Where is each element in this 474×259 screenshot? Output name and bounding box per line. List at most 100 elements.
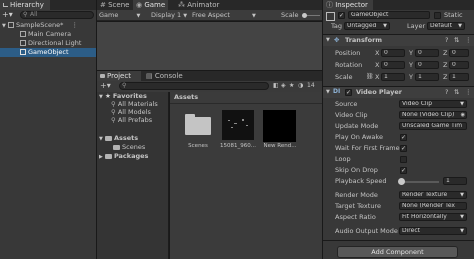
project-tabbar: Project ▤ Console	[97, 71, 322, 81]
add-icon[interactable]: +▾	[2, 11, 13, 19]
packages-item[interactable]: ▶ Packages	[99, 152, 148, 161]
project-search-input[interactable]: ⚲	[119, 82, 269, 90]
tab-console[interactable]: ▤ Console	[143, 71, 186, 81]
add-asset-icon[interactable]: +▾	[100, 82, 111, 90]
audio-output-dropdown[interactable]: Direct ▼	[399, 227, 467, 235]
tag-label: Tag	[331, 22, 343, 30]
hierarchy-search-input[interactable]: ⚲ All	[20, 11, 94, 19]
more-icon[interactable]: ⋮	[465, 36, 472, 44]
transform-x-value: 0	[384, 49, 388, 56]
preset-icon[interactable]: ⇅	[454, 36, 459, 44]
update-mode-dropdown[interactable]: Unscaled Game Tim	[399, 122, 467, 130]
tab-scene[interactable]: # Scene	[97, 0, 132, 10]
hierarchy-item-gameobject[interactable]: GameObject	[0, 48, 96, 57]
axis-y-label: Y	[409, 61, 413, 69]
tab-inspector[interactable]: ⓘ Inspector	[323, 0, 373, 10]
transform-title: Transform	[345, 36, 383, 44]
static-checkbox[interactable]	[434, 12, 441, 19]
skip-on-drop-checkbox[interactable]: ✓	[400, 167, 407, 174]
favorites-all-prefabs[interactable]: ⚲ All Prefabs	[111, 116, 152, 125]
expand-arrow-icon: ▶	[99, 154, 103, 160]
tab-game[interactable]: ◉ Game	[133, 0, 169, 10]
preset-icon[interactable]: ⇅	[454, 88, 459, 96]
tab-hierarchy[interactable]: Hierarchy	[0, 0, 50, 10]
asset-label: New Rend...	[263, 143, 297, 149]
wait-first-frame-checkbox[interactable]: ✓	[400, 145, 407, 152]
transform-x-value: 1	[384, 73, 388, 80]
tag-dropdown[interactable]: Untagged ▼	[344, 22, 390, 30]
active-checkbox[interactable]: ✓	[338, 12, 345, 19]
transform-z-field[interactable]: 0	[449, 49, 469, 57]
folder-label: Scenes	[122, 143, 146, 151]
video-player-enabled-checkbox[interactable]: ✓	[345, 89, 352, 96]
game-mode-dropdown[interactable]: Game ▼	[99, 11, 140, 20]
object-picker-icon[interactable]: ◉	[461, 112, 465, 118]
scale-slider-handle[interactable]	[302, 13, 307, 18]
playback-speed-value: 1	[446, 177, 450, 184]
transform-z-field[interactable]: 0	[449, 61, 469, 69]
loop-checkbox[interactable]	[400, 156, 407, 163]
target-texture-field[interactable]: None (Render Tex	[399, 202, 467, 210]
search-icon: ⚲	[23, 11, 28, 18]
more-icon[interactable]: ⋮	[465, 88, 472, 96]
transform-x-field[interactable]: 0	[381, 49, 405, 57]
tab-hierarchy-label: Hierarchy	[10, 1, 44, 9]
more-icon[interactable]: ⋮	[71, 21, 78, 29]
help-icon[interactable]: ?	[445, 88, 448, 96]
hierarchy-item-scene[interactable]: ▼ SampleScene* ⋮	[2, 21, 78, 30]
label-icon[interactable]: ◈	[281, 82, 286, 89]
aspect-ratio-value: Fit Horizontally	[402, 213, 447, 220]
video-player-header[interactable]: ▼ DI ✓ Video Player ? ⇅ ⋮	[323, 87, 474, 98]
transform-x-field[interactable]: 1	[381, 73, 405, 81]
game-toolbar: Game ▼ Display 1 ▼ Free Aspect ▼ Scale	[97, 10, 322, 21]
render-mode-dropdown[interactable]: Render Texture ▼	[399, 191, 467, 199]
scale-slider[interactable]	[302, 13, 320, 18]
transform-x-field[interactable]: 0	[381, 61, 405, 69]
folder-icon	[104, 153, 112, 159]
unity-scene-icon	[7, 22, 14, 28]
star-icon[interactable]: ★	[289, 82, 294, 89]
visibility-icon[interactable]: ◑	[298, 82, 303, 89]
hierarchy-item-main-camera[interactable]: Main Camera	[20, 30, 71, 39]
hierarchy-tabbar: Hierarchy	[0, 0, 96, 10]
hierarchy-item-directional-light[interactable]: Directional Light	[20, 39, 81, 48]
axis-x-label: X	[375, 73, 380, 81]
add-component-button[interactable]: Add Component	[337, 246, 458, 258]
assets-item[interactable]: ▼ Assets	[99, 134, 138, 143]
favorite-label: All Models	[117, 108, 151, 116]
asset-item[interactable]: New Rend...	[260, 110, 300, 152]
gameobject-icon	[20, 31, 26, 37]
transform-y-field[interactable]: 1	[415, 73, 439, 81]
object-name-field[interactable]: GameObject	[348, 11, 430, 19]
transform-z-field[interactable]: 1	[449, 73, 469, 81]
tab-animator[interactable]: ⁂ Animator	[175, 0, 222, 10]
playback-speed-slider[interactable]	[398, 178, 439, 185]
info-icon: ⓘ	[326, 1, 333, 9]
center-tabbar: # Scene ◉ Game ⁂ Animator	[97, 0, 322, 10]
transform-header[interactable]: ▼ ✥ Transform ? ⇅ ⋮	[323, 35, 474, 46]
game-view[interactable]	[97, 22, 322, 70]
breadcrumb: Assets	[174, 93, 199, 101]
playback-speed-handle[interactable]	[398, 178, 405, 185]
display-dropdown[interactable]: Display 1 ▼	[151, 11, 187, 20]
tab-scene-label: Scene	[108, 1, 130, 9]
play-on-awake-checkbox[interactable]: ✓	[400, 134, 407, 141]
tab-project[interactable]: Project	[97, 71, 141, 81]
link-icon[interactable]: ⛓	[366, 73, 374, 81]
video-clip-field[interactable]: None (Video Clip) ◉	[399, 111, 467, 119]
transform-y-value: 0	[418, 61, 422, 68]
aspect-ratio-dropdown[interactable]: Fit Horizontally ▼	[399, 213, 467, 221]
favorite-label: All Materials	[117, 100, 158, 108]
assets-scenes-item[interactable]: Scenes	[113, 143, 145, 152]
layer-dropdown[interactable]: Default ▼	[427, 22, 465, 30]
transform-row-label: Position	[335, 49, 361, 57]
transform-y-field[interactable]: 0	[415, 61, 439, 69]
aspect-dropdown[interactable]: Free Aspect ▼	[192, 11, 256, 20]
transform-y-field[interactable]: 0	[415, 49, 439, 57]
asset-item[interactable]: Scenes	[182, 112, 214, 152]
filter-icon[interactable]: ◧	[273, 82, 279, 89]
help-icon[interactable]: ?	[445, 36, 448, 44]
asset-item[interactable]: 15081_960...	[218, 110, 258, 152]
source-dropdown[interactable]: Video Clip ▼	[399, 100, 467, 108]
playback-speed-field[interactable]: 1	[443, 177, 467, 185]
